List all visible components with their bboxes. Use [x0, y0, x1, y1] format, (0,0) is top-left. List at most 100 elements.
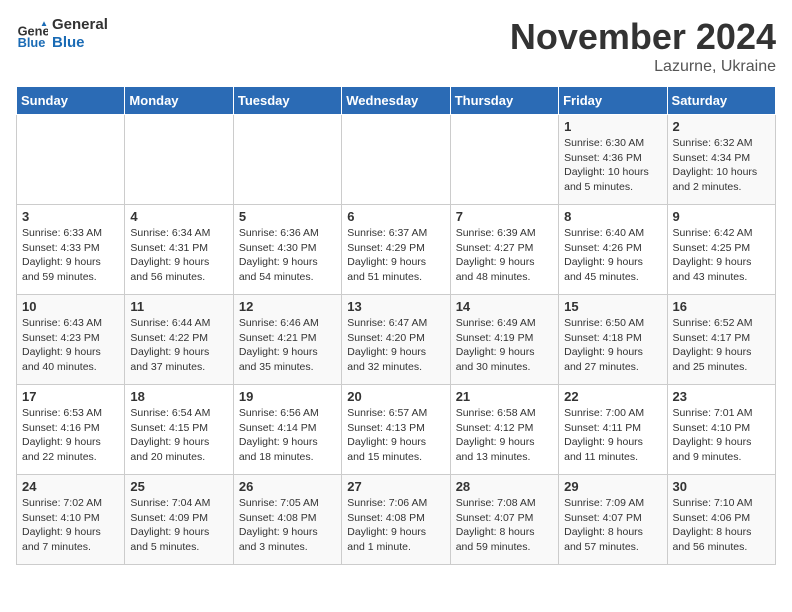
day-info: Sunrise: 6:39 AM Sunset: 4:27 PM Dayligh…	[456, 226, 553, 285]
calendar-cell: 27 Sunrise: 7:06 AM Sunset: 4:08 PM Dayli…	[342, 475, 450, 565]
day-number: 10	[22, 299, 119, 314]
calendar-cell: 28Sunrise: 7:08 AM Sunset: 4:07 PM Dayli…	[450, 475, 558, 565]
day-info: Sunrise: 6:54 AM Sunset: 4:15 PM Dayligh…	[130, 406, 227, 465]
day-number: 5	[239, 209, 336, 224]
calendar-cell	[342, 115, 450, 205]
calendar-cell: 24Sunrise: 7:02 AM Sunset: 4:10 PM Dayli…	[17, 475, 125, 565]
day-info: Sunrise: 6:44 AM Sunset: 4:22 PM Dayligh…	[130, 316, 227, 375]
calendar-cell: 17Sunrise: 6:53 AM Sunset: 4:16 PM Dayli…	[17, 385, 125, 475]
calendar-cell: 11 Sunrise: 6:44 AM Sunset: 4:22 PM Dayli…	[125, 295, 233, 385]
day-info: Sunrise: 6:56 AM Sunset: 4:14 PM Dayligh…	[239, 406, 336, 465]
calendar-cell: 3 Sunrise: 6:33 AM Sunset: 4:33 PM Daylig…	[17, 205, 125, 295]
logo: General Blue General Blue	[16, 16, 108, 52]
header-day: Thursday	[450, 87, 558, 115]
month-title: November 2024	[510, 16, 776, 58]
day-number: 9	[673, 209, 770, 224]
day-info: Sunrise: 7:01 AM Sunset: 4:10 PM Dayligh…	[673, 406, 770, 465]
header-day: Sunday	[17, 87, 125, 115]
day-number: 14	[456, 299, 553, 314]
day-info: Sunrise: 7:09 AM Sunset: 4:07 PM Dayligh…	[564, 496, 661, 555]
day-number: 26	[239, 479, 336, 494]
day-number: 23	[673, 389, 770, 404]
calendar-cell: 25 Sunrise: 7:04 AM Sunset: 4:09 PM Dayli…	[125, 475, 233, 565]
day-info: Sunrise: 6:42 AM Sunset: 4:25 PM Dayligh…	[673, 226, 770, 285]
day-number: 18	[130, 389, 227, 404]
day-info: Sunrise: 6:52 AM Sunset: 4:17 PM Dayligh…	[673, 316, 770, 375]
day-number: 27	[347, 479, 444, 494]
day-number: 20	[347, 389, 444, 404]
header-day: Tuesday	[233, 87, 341, 115]
calendar-cell: 2Sunrise: 6:32 AM Sunset: 4:34 PM Daylig…	[667, 115, 775, 205]
logo-blue-text: Blue	[52, 34, 108, 52]
header-day: Friday	[559, 87, 667, 115]
header-day: Saturday	[667, 87, 775, 115]
calendar-cell: 26 Sunrise: 7:05 AM Sunset: 4:08 PM Dayli…	[233, 475, 341, 565]
calendar-cell: 19Sunrise: 6:56 AM Sunset: 4:14 PM Dayli…	[233, 385, 341, 475]
calendar-cell: 8 Sunrise: 6:40 AM Sunset: 4:26 PM Daylig…	[559, 205, 667, 295]
day-info: Sunrise: 6:40 AM Sunset: 4:26 PM Dayligh…	[564, 226, 661, 285]
calendar-cell: 23 Sunrise: 7:01 AM Sunset: 4:10 PM Dayli…	[667, 385, 775, 475]
calendar-cell: 16 Sunrise: 6:52 AM Sunset: 4:17 PM Dayli…	[667, 295, 775, 385]
calendar-cell: 22 Sunrise: 7:00 AM Sunset: 4:11 PM Dayli…	[559, 385, 667, 475]
day-info: Sunrise: 7:00 AM Sunset: 4:11 PM Dayligh…	[564, 406, 661, 465]
calendar-week-row: 24Sunrise: 7:02 AM Sunset: 4:10 PM Dayli…	[17, 475, 776, 565]
calendar-cell: 18 Sunrise: 6:54 AM Sunset: 4:15 PM Dayli…	[125, 385, 233, 475]
day-number: 8	[564, 209, 661, 224]
day-number: 30	[673, 479, 770, 494]
day-info: Sunrise: 6:46 AM Sunset: 4:21 PM Dayligh…	[239, 316, 336, 375]
calendar-header: SundayMondayTuesdayWednesdayThursdayFrid…	[17, 87, 776, 115]
calendar-cell: 7 Sunrise: 6:39 AM Sunset: 4:27 PM Daylig…	[450, 205, 558, 295]
day-number: 2	[673, 119, 770, 134]
calendar-cell: 4Sunrise: 6:34 AM Sunset: 4:31 PM Daylig…	[125, 205, 233, 295]
day-info: Sunrise: 6:36 AM Sunset: 4:30 PM Dayligh…	[239, 226, 336, 285]
calendar-cell: 29Sunrise: 7:09 AM Sunset: 4:07 PM Dayli…	[559, 475, 667, 565]
day-info: Sunrise: 6:33 AM Sunset: 4:33 PM Dayligh…	[22, 226, 119, 285]
calendar-cell	[233, 115, 341, 205]
calendar-week-row: 3 Sunrise: 6:33 AM Sunset: 4:33 PM Daylig…	[17, 205, 776, 295]
day-info: Sunrise: 6:58 AM Sunset: 4:12 PM Dayligh…	[456, 406, 553, 465]
day-info: Sunrise: 6:50 AM Sunset: 4:18 PM Dayligh…	[564, 316, 661, 375]
day-number: 22	[564, 389, 661, 404]
day-info: Sunrise: 6:34 AM Sunset: 4:31 PM Dayligh…	[130, 226, 227, 285]
day-number: 16	[673, 299, 770, 314]
calendar-cell	[125, 115, 233, 205]
day-number: 6	[347, 209, 444, 224]
day-number: 24	[22, 479, 119, 494]
calendar-cell: 15 Sunrise: 6:50 AM Sunset: 4:18 PM Dayli…	[559, 295, 667, 385]
day-info: Sunrise: 7:10 AM Sunset: 4:06 PM Dayligh…	[673, 496, 770, 555]
calendar-cell: 9 Sunrise: 6:42 AM Sunset: 4:25 PM Daylig…	[667, 205, 775, 295]
day-number: 7	[456, 209, 553, 224]
calendar-week-row: 17Sunrise: 6:53 AM Sunset: 4:16 PM Dayli…	[17, 385, 776, 475]
day-info: Sunrise: 7:04 AM Sunset: 4:09 PM Dayligh…	[130, 496, 227, 555]
header: General Blue General Blue November 2024 …	[16, 16, 776, 76]
calendar-cell: 12 Sunrise: 6:46 AM Sunset: 4:21 PM Dayli…	[233, 295, 341, 385]
day-number: 17	[22, 389, 119, 404]
day-info: Sunrise: 6:57 AM Sunset: 4:13 PM Dayligh…	[347, 406, 444, 465]
calendar-cell: 5 Sunrise: 6:36 AM Sunset: 4:30 PM Daylig…	[233, 205, 341, 295]
calendar-cell: 13Sunrise: 6:47 AM Sunset: 4:20 PM Dayli…	[342, 295, 450, 385]
day-number: 1	[564, 119, 661, 134]
calendar-cell	[17, 115, 125, 205]
day-number: 25	[130, 479, 227, 494]
logo-icon: General Blue	[16, 18, 48, 50]
day-info: Sunrise: 7:06 AM Sunset: 4:08 PM Dayligh…	[347, 496, 444, 555]
calendar-cell: 21 Sunrise: 6:58 AM Sunset: 4:12 PM Dayli…	[450, 385, 558, 475]
calendar-week-row: 1 Sunrise: 6:30 AM Sunset: 4:36 PM Daylig…	[17, 115, 776, 205]
calendar-week-row: 10Sunrise: 6:43 AM Sunset: 4:23 PM Dayli…	[17, 295, 776, 385]
day-number: 15	[564, 299, 661, 314]
day-info: Sunrise: 7:05 AM Sunset: 4:08 PM Dayligh…	[239, 496, 336, 555]
location-title: Lazurne, Ukraine	[510, 58, 776, 76]
calendar-cell: 30 Sunrise: 7:10 AM Sunset: 4:06 PM Dayli…	[667, 475, 775, 565]
calendar-cell: 1 Sunrise: 6:30 AM Sunset: 4:36 PM Daylig…	[559, 115, 667, 205]
day-number: 3	[22, 209, 119, 224]
calendar-cell: 10Sunrise: 6:43 AM Sunset: 4:23 PM Dayli…	[17, 295, 125, 385]
calendar-table: SundayMondayTuesdayWednesdayThursdayFrid…	[16, 86, 776, 565]
calendar-cell	[450, 115, 558, 205]
calendar-body: 1 Sunrise: 6:30 AM Sunset: 4:36 PM Daylig…	[17, 115, 776, 565]
title-area: November 2024 Lazurne, Ukraine	[510, 16, 776, 76]
day-number: 11	[130, 299, 227, 314]
day-number: 21	[456, 389, 553, 404]
day-number: 12	[239, 299, 336, 314]
day-info: Sunrise: 6:37 AM Sunset: 4:29 PM Dayligh…	[347, 226, 444, 285]
day-info: Sunrise: 6:30 AM Sunset: 4:36 PM Dayligh…	[564, 136, 661, 195]
